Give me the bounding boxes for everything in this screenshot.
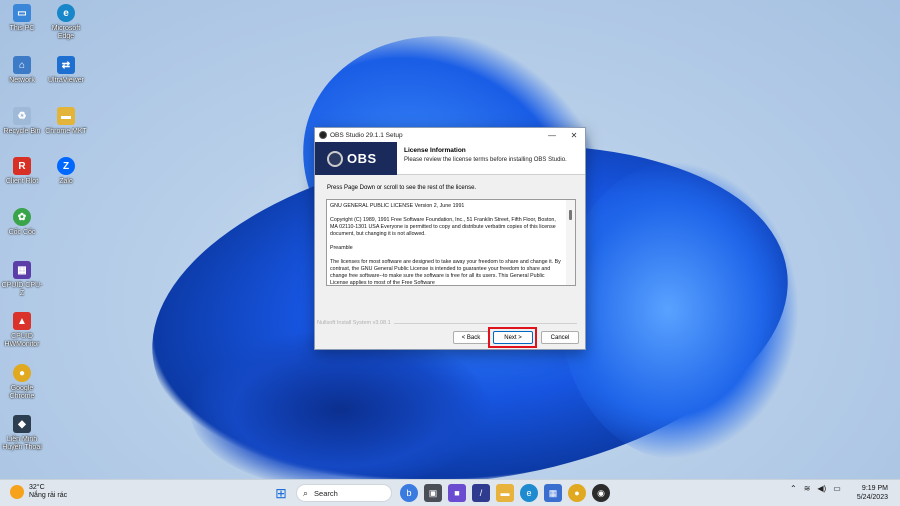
system-tray: ⌃ ≋ ◀) ▭ [790,484,848,493]
weather-temp: 32°C [29,484,45,491]
divider [393,322,577,324]
instructions-text: Press Page Down or scroll to see the res… [327,185,477,191]
window-title: OBS Studio 29.1.1 Setup [330,131,403,139]
weather-desc: Nắng rải rác [29,492,68,499]
desktop-icon-chrome-mkt[interactable]: ▬ Chrome MKT [44,107,88,136]
client-icon: R [13,157,31,175]
ultraviewer-icon: ⇄ [57,56,75,74]
obs-logo: OBS [315,142,397,175]
chrome-icon: ● [13,364,31,382]
file-explorer-icon[interactable]: ▬ [496,484,514,502]
page-subtitle: Please review the license terms before i… [404,157,567,163]
desktop-icon-hwmonitor[interactable]: ▲ CPUID HWMonitor [0,312,44,349]
teams-icon[interactable]: ■ [448,484,466,502]
start-button[interactable]: ⊞ [272,484,290,502]
chrome-icon[interactable]: ● [568,484,586,502]
desktop-icon-chrome[interactable]: ● Google Chrome [0,364,44,401]
desktop-icon-this-pc[interactable]: ▭ This PC [0,4,44,33]
page-title: License Information [404,147,466,154]
wifi-icon[interactable]: ≋ [804,484,811,493]
back-button[interactable]: < Back [453,331,489,344]
scrollbar-thumb[interactable] [569,210,572,220]
search-box[interactable]: ⌕ Search [296,484,392,502]
network-icon: ⌂ [13,56,31,74]
sun-icon [10,485,24,499]
coccoc-icon: ✿ [13,208,31,226]
header-text: License Information Please review the li… [397,142,567,174]
computer-icon: ▭ [13,4,31,22]
license-text: GNU GENERAL PUBLIC LICENSE Version 2, Ju… [330,203,561,286]
battery-icon[interactable]: ▭ [833,484,841,493]
clock[interactable]: 9:19 PM 5/24/2023 [857,484,888,502]
desktop-icon-network[interactable]: ⌂ Network [0,56,44,85]
wallpaper-bloom [190,330,490,479]
zalo-icon: Z [57,157,75,175]
edge-icon: e [57,4,75,22]
store-icon[interactable]: ▦ [544,484,562,502]
taskbar-apps: ⊞ ⌕ Search b ▣ ■ / ▬ e ▦ ● ◉ [272,484,616,502]
hwmonitor-icon: ▲ [13,312,31,330]
wallpaper-bloom [560,160,800,460]
obs-taskbar-icon[interactable]: ◉ [592,484,610,502]
desktop-icon-cpuz[interactable]: ▦ CPUID CPU-Z [0,261,44,298]
desktop-icon-lmht[interactable]: ◆ Liên Minh Huyền Thoại [0,415,44,452]
task-view-icon[interactable]: ▣ [424,484,442,502]
desktop-icon-edge[interactable]: e Microsoft Edge [44,4,88,41]
volume-icon[interactable]: ◀) [817,484,826,493]
weather-widget[interactable]: 32°C Nắng rải rác [10,484,67,500]
date: 5/24/2023 [856,494,888,501]
nsis-branding: Nullsoft Install System v3.08.1 [315,320,585,326]
app-icon[interactable]: / [472,484,490,502]
desktop-icon-zalo[interactable]: Z Zalo [44,157,88,186]
widget-icon[interactable]: b [400,484,418,502]
desktop-icon-ultraviewer[interactable]: ⇄ UltraViewer [44,56,88,85]
next-button-highlight [488,327,537,348]
obs-app-icon [319,131,327,139]
edge-icon[interactable]: e [520,484,538,502]
obs-setup-window: OBS Studio 29.1.1 Setup — ✕ OBS License … [314,127,586,350]
search-icon: ⌕ [303,487,309,498]
license-textbox[interactable]: GNU GENERAL PUBLIC LICENSE Version 2, Ju… [326,199,576,286]
game-icon: ◆ [13,415,31,433]
cpuz-icon: ▦ [13,261,31,279]
chevron-up-icon[interactable]: ⌃ [790,484,797,493]
desktop-icon-recycle-bin[interactable]: ♻ Recycle Bin [0,107,44,136]
installer-header: OBS License Information Please review th… [315,142,585,175]
license-scrollbar[interactable] [566,200,575,285]
title-bar[interactable]: OBS Studio 29.1.1 Setup — ✕ [315,128,585,142]
cancel-button[interactable]: Cancel [541,331,579,344]
desktop-icon-client-rlot[interactable]: R Client Rlot [0,157,44,186]
minimize-button[interactable]: — [541,128,563,142]
desktop: ▭ This PC e Microsoft Edge ⌂ Network ⇄ U… [0,0,900,479]
time: 9:19 PM [861,485,888,492]
desktop-icon-coc-coc[interactable]: ✿ Cốc Cốc [0,208,44,237]
close-button[interactable]: ✕ [563,128,585,142]
recycle-bin-icon: ♻ [13,107,31,125]
folder-icon: ▬ [57,107,75,125]
obs-logo-icon [327,150,343,167]
taskbar: 32°C Nắng rải rác ⊞ ⌕ Search b ▣ ■ / ▬ e… [0,479,900,506]
